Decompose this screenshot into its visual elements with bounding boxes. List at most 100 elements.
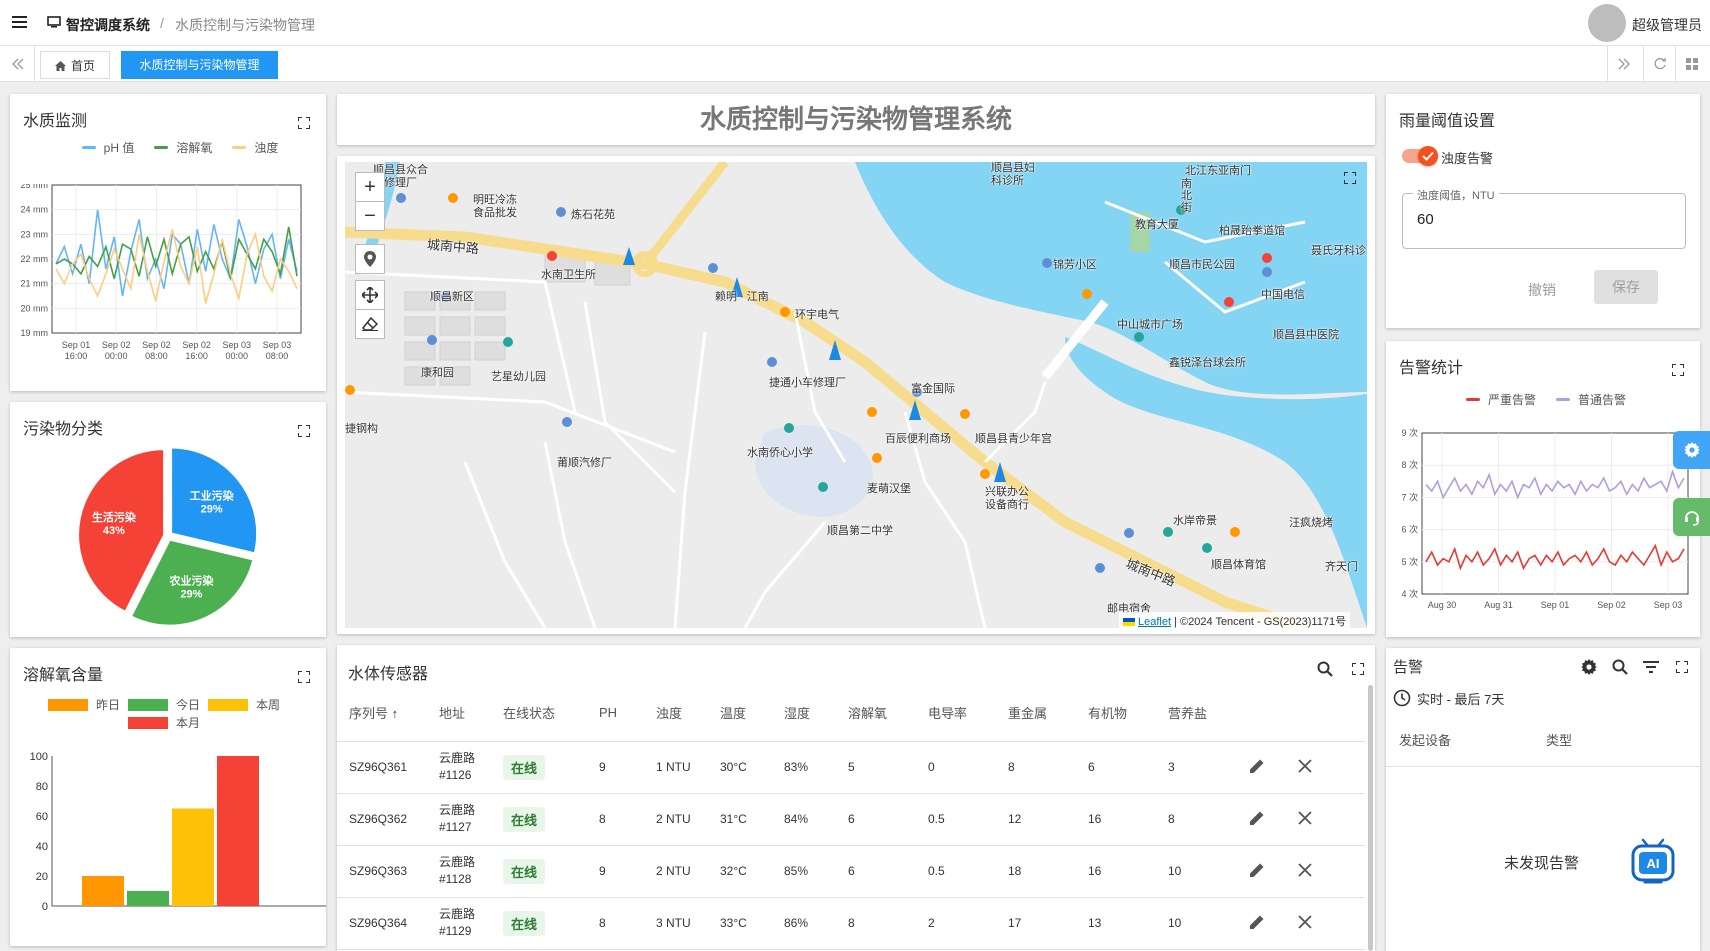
table-scrollbar[interactable] [1368, 685, 1373, 951]
ai-assistant-button[interactable]: AI [1631, 838, 1675, 886]
column-header-device[interactable]: 发起设备 [1399, 730, 1451, 749]
map-label: 捷通小车修理厂 [769, 377, 846, 389]
fullscreen-icon[interactable] [1352, 663, 1364, 675]
cell-ec: 0.5 [916, 793, 996, 846]
eraser-button[interactable] [355, 309, 385, 339]
breadcrumb-separator: / [160, 15, 164, 31]
map-label: 顺昌县妇科诊所 [991, 162, 1035, 187]
column-header[interactable]: 有机物 [1076, 685, 1156, 742]
leaflet-link[interactable]: Leaflet [1138, 616, 1171, 628]
map-label: 顺昌市民公园 [1169, 259, 1235, 271]
column-header[interactable]: 温度 [708, 685, 772, 742]
table-row[interactable]: SZ96Q361 云鹿路 #1126 在线 9 1 NTU 30°C 83% 5 0 8 6 3 [337, 741, 1365, 794]
legend-item[interactable]: 溶解氧 [154, 139, 212, 156]
tab-home[interactable]: 首页 [40, 51, 110, 79]
fullscreen-icon[interactable] [1676, 661, 1688, 673]
zoom-in-button[interactable]: + [355, 172, 385, 202]
close-icon [1298, 758, 1312, 773]
column-header[interactable]: 溶解氧 [836, 685, 916, 742]
status-badge: 在线 [503, 910, 546, 936]
column-header[interactable]: 序列号 ↑ [337, 685, 427, 742]
map[interactable]: 顺昌县众合车修理厂 明旺冷冻食品批发 炼石花苑 城南中路 水南卫生所 赖明 · … [345, 162, 1367, 628]
edit-button[interactable] [1248, 809, 1266, 830]
table-row[interactable]: SZ96Q363 云鹿路 #1128 在线 9 2 NTU 32°C 85% 6 0.5 18 16 1… [337, 845, 1365, 898]
cell-org: 16 [1076, 793, 1156, 846]
edit-button[interactable] [1248, 861, 1266, 882]
edit-button[interactable] [1248, 757, 1266, 778]
fullscreen-icon[interactable] [298, 117, 310, 129]
y-tick-label: 5 次 [1401, 556, 1418, 567]
y-tick-label: 25 mm [20, 184, 48, 190]
column-header[interactable]: 湿度 [772, 685, 836, 742]
table-row[interactable]: SZ96Q364 云鹿路 #1129 在线 8 3 NTU 33°C 86% 8 2 17 13 10 [337, 897, 1365, 950]
filter-button[interactable] [1643, 660, 1659, 674]
turbidity-alarm-toggle[interactable] [1402, 146, 1438, 166]
map-label: 水南侨心小学 [747, 447, 813, 459]
y-tick-label: 20 mm [20, 303, 48, 313]
map-fullscreen-icon[interactable] [1344, 172, 1356, 184]
legend-item[interactable]: 浊度 [232, 139, 278, 156]
time-filter[interactable]: 实时 - 最后 7天 [1393, 688, 1504, 708]
zoom-out-button[interactable]: − [355, 201, 385, 231]
column-header[interactable]: 重金属 [996, 685, 1076, 742]
threshold-field-value[interactable]: 60 [1417, 211, 1434, 228]
y-tick-label: 6 次 [1401, 524, 1418, 535]
eraser-icon [362, 317, 378, 331]
search-button[interactable] [1612, 659, 1628, 675]
cancel-button[interactable]: 撤销 [1528, 280, 1556, 300]
map-attribution: Leaflet | ©2024 Tencent - GS(2023)1171号 [1119, 612, 1351, 628]
map-label: 汪疯烧烤 [1289, 517, 1333, 529]
search-button[interactable] [1317, 661, 1333, 677]
column-header[interactable]: 浊度 [644, 685, 708, 742]
legend-item[interactable]: 严重告警 [1465, 391, 1536, 408]
fullscreen-icon[interactable] [298, 425, 310, 437]
cell-sn: SZ96Q363 [337, 845, 427, 898]
move-button[interactable] [355, 280, 385, 310]
table-row[interactable]: SZ96Q362 云鹿路 #1127 在线 8 2 NTU 31°C 84% 6 0.5 12 16 8 [337, 793, 1365, 846]
save-button[interactable]: 保存 [1594, 270, 1658, 304]
floating-support-button[interactable] [1673, 498, 1710, 536]
user-name[interactable]: 超级管理员 [1632, 15, 1702, 35]
legend-item[interactable]: 普通告警 [1556, 391, 1626, 408]
scroll-right-button[interactable] [1612, 46, 1636, 82]
avatar[interactable] [1588, 4, 1626, 42]
column-header[interactable]: 电导率 [916, 685, 996, 742]
locate-button[interactable] [355, 244, 385, 274]
cell-address: 云鹿路 #1126 [427, 741, 491, 794]
fullscreen-icon[interactable] [298, 671, 310, 683]
sort-arrow-icon: ↑ [391, 706, 399, 722]
map-label: 兴联办公设备商行 [985, 486, 1029, 511]
scroll-left-button[interactable] [6, 46, 30, 82]
column-header-type[interactable]: 类型 [1546, 730, 1572, 749]
map-label: 顺昌县中医院 [1273, 329, 1339, 341]
x-tick-label: Sep 03 [263, 340, 292, 350]
threshold-field[interactable]: 浊度阈值，NTU 60 [1402, 187, 1686, 249]
delete-button[interactable] [1298, 862, 1312, 880]
column-header[interactable]: PH [587, 685, 644, 742]
alarm-stats-card: 告警统计 严重告警 普通告警 4 次 5 次 6 次 7 次 8 次 9 次 Aug 30 A… [1386, 341, 1700, 637]
column-header[interactable]: 营养盐 [1156, 685, 1236, 742]
grid-button[interactable] [1680, 46, 1704, 82]
tab-water-quality[interactable]: 水质控制与污染物管理 [121, 51, 278, 79]
settings-button[interactable] [1581, 659, 1597, 675]
refresh-button[interactable] [1648, 46, 1672, 82]
cell-nut: 8 [1156, 793, 1236, 846]
edit-button[interactable] [1248, 913, 1266, 934]
oxygen-bar-chart: 昨日 今日 本周本月 0 20 40 60 80 100 [30, 697, 326, 913]
rain-threshold-title: 雨量阈值设置 [1399, 113, 1496, 130]
fullscreen-icon[interactable] [1672, 364, 1684, 376]
status-badge: 在线 [503, 754, 546, 780]
legend-item[interactable]: pH 值 [81, 139, 134, 156]
delete-button[interactable] [1298, 914, 1312, 932]
delete-button[interactable] [1298, 758, 1312, 776]
map-label: 顺昌县青少年宫 [975, 433, 1052, 445]
column-header[interactable]: 在线状态 [491, 685, 587, 742]
cell-turb: 3 NTU [644, 897, 708, 950]
column-header[interactable]: 地址 [427, 685, 491, 742]
delete-button[interactable] [1298, 810, 1312, 828]
app-title[interactable]: 智控调度系统 [66, 15, 150, 35]
menu-icon[interactable] [12, 16, 27, 28]
close-icon [1298, 810, 1312, 825]
legend-swatch [1556, 398, 1570, 401]
floating-settings-button[interactable] [1673, 431, 1710, 469]
